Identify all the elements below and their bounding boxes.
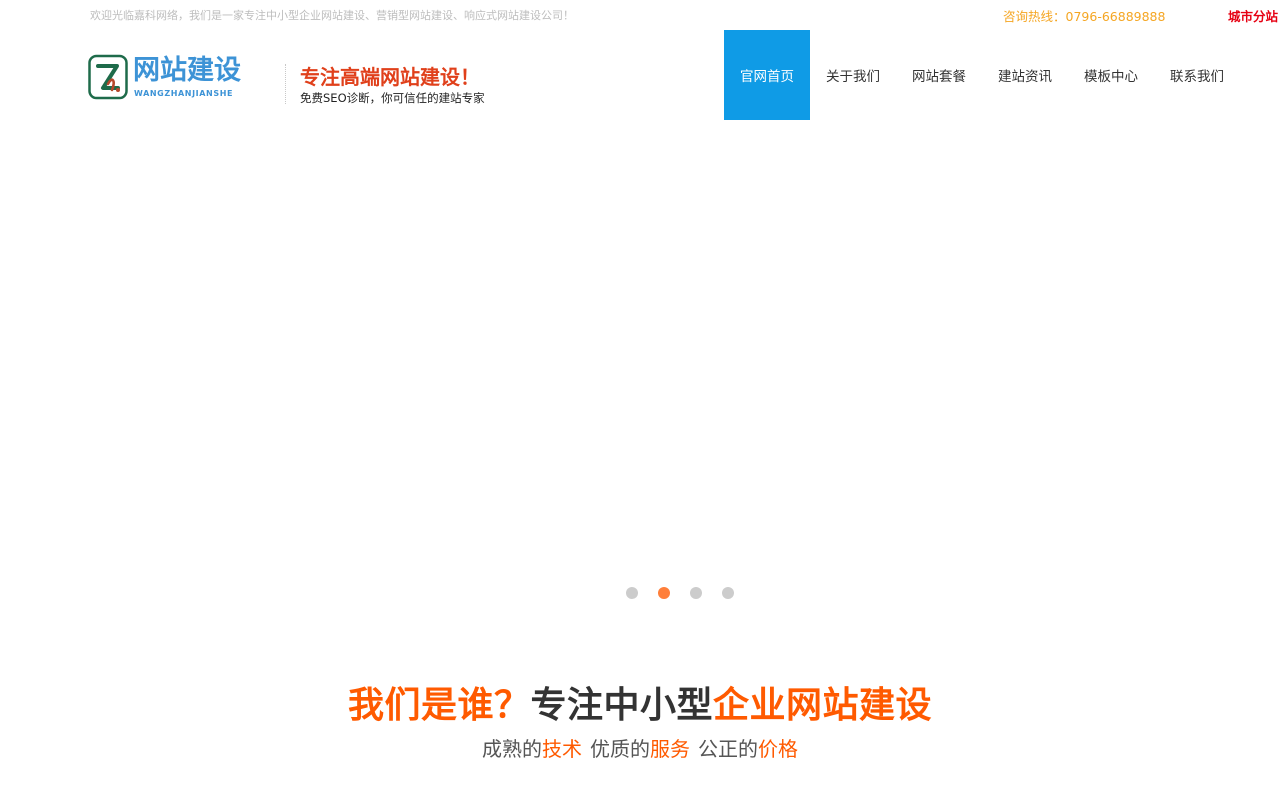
nav-item-contact[interactable]: 联系我们	[1154, 30, 1240, 120]
slider-dot-3[interactable]	[690, 587, 702, 599]
hotline-number: 0796-66889888	[1065, 9, 1166, 24]
section-title-focus: 专注中小型	[530, 685, 713, 726]
nav-item-home[interactable]: 官网首页	[724, 30, 810, 120]
section-title: 我们是谁？专注中小型企业网站建设	[0, 676, 1280, 728]
nav-item-about[interactable]: 关于我们	[810, 30, 896, 120]
slogan-subtitle: 免费SEO诊断，你可信任的建站专家	[300, 91, 485, 105]
hotline: 咨询热线：0796-66889888	[1003, 6, 1165, 25]
sub-highlight-tech: 技术	[542, 737, 582, 761]
logo-z-icon	[88, 54, 128, 100]
slogan: 专注高端网站建设！	[300, 65, 480, 89]
site-logo[interactable]: 网站建设 WANGZHANJIANSHE	[88, 54, 241, 102]
main-nav: 官网首页 关于我们 网站套餐 建站资讯 模板中心 联系我们	[724, 30, 1240, 120]
section-subtitle: 成熟的技术 优质的服务 公正的价格	[0, 733, 1280, 762]
slider-dot-4[interactable]	[722, 587, 734, 599]
logo-subtext: WANGZHANJIANSHE	[134, 89, 234, 98]
sub-text-3: 公正的	[698, 737, 758, 761]
nav-item-news[interactable]: 建站资讯	[982, 30, 1068, 120]
slider-dots	[626, 587, 754, 599]
hotline-label: 咨询热线：	[1003, 9, 1066, 24]
slider-dot-1[interactable]	[626, 587, 638, 599]
section-title-highlight: 企业网站建设	[713, 685, 933, 726]
top-bar: 欢迎光临嘉科网络，我们是一家专注中小型企业网站建设、营销型网站建设、响应式网站建…	[0, 0, 1280, 30]
section-title-question: 我们是谁？	[347, 685, 531, 726]
slider-dot-2[interactable]	[658, 587, 670, 599]
banner-slider[interactable]	[0, 120, 1280, 620]
city-branch-link[interactable]: 城市分站	[1228, 6, 1278, 25]
nav-item-templates[interactable]: 模板中心	[1068, 30, 1154, 120]
header-divider	[285, 64, 286, 104]
nav-item-packages[interactable]: 网站套餐	[896, 30, 982, 120]
logo-text: 网站建设	[133, 55, 241, 86]
sub-text-2: 优质的	[590, 737, 650, 761]
sub-text-1: 成熟的	[482, 737, 542, 761]
sub-highlight-service: 服务	[650, 737, 690, 761]
sub-highlight-price: 价格	[758, 737, 798, 761]
welcome-text: 欢迎光临嘉科网络，我们是一家专注中小型企业网站建设、营销型网站建设、响应式网站建…	[90, 9, 574, 22]
